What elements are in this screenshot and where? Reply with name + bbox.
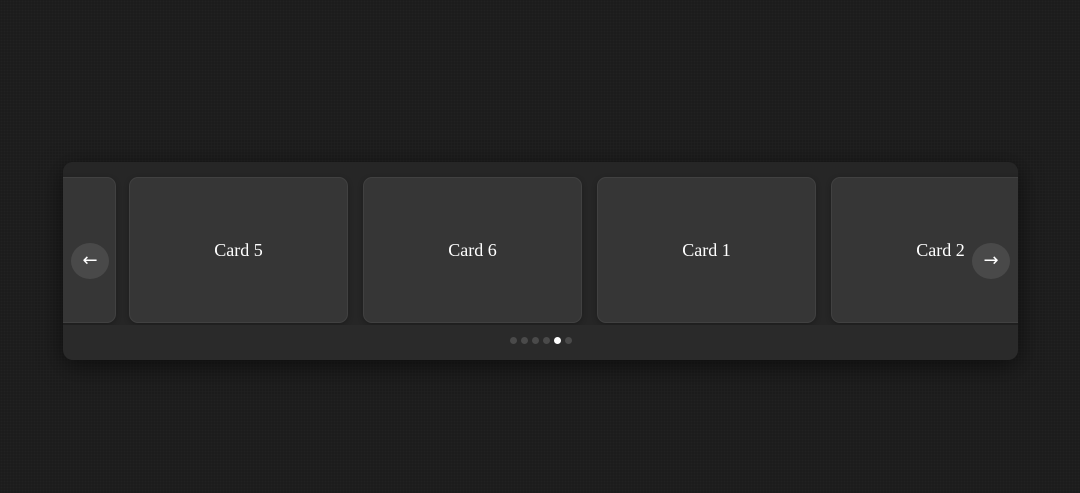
pagination-dot[interactable] <box>531 337 539 344</box>
carousel-card[interactable]: Card 6 <box>363 177 582 323</box>
pagination-dot[interactable] <box>564 337 572 344</box>
carousel-card[interactable]: Card 1 <box>597 177 816 323</box>
pagination-dot[interactable] <box>520 337 528 344</box>
card-carousel: Card 5 Card 6 Card 1 Card 2 ← → <box>63 162 1018 360</box>
carousel-viewport: Card 5 Card 6 Card 1 Card 2 ← → <box>63 162 1018 325</box>
pagination-dots <box>63 337 1018 347</box>
pagination-dot[interactable] <box>509 337 517 344</box>
pagination-dot[interactable] <box>542 337 550 344</box>
next-arrow-button[interactable]: → <box>972 243 1010 279</box>
previous-arrow-button[interactable]: ← <box>71 243 109 279</box>
pagination-dot-active[interactable] <box>553 337 561 344</box>
carousel-card[interactable]: Card 5 <box>129 177 348 323</box>
